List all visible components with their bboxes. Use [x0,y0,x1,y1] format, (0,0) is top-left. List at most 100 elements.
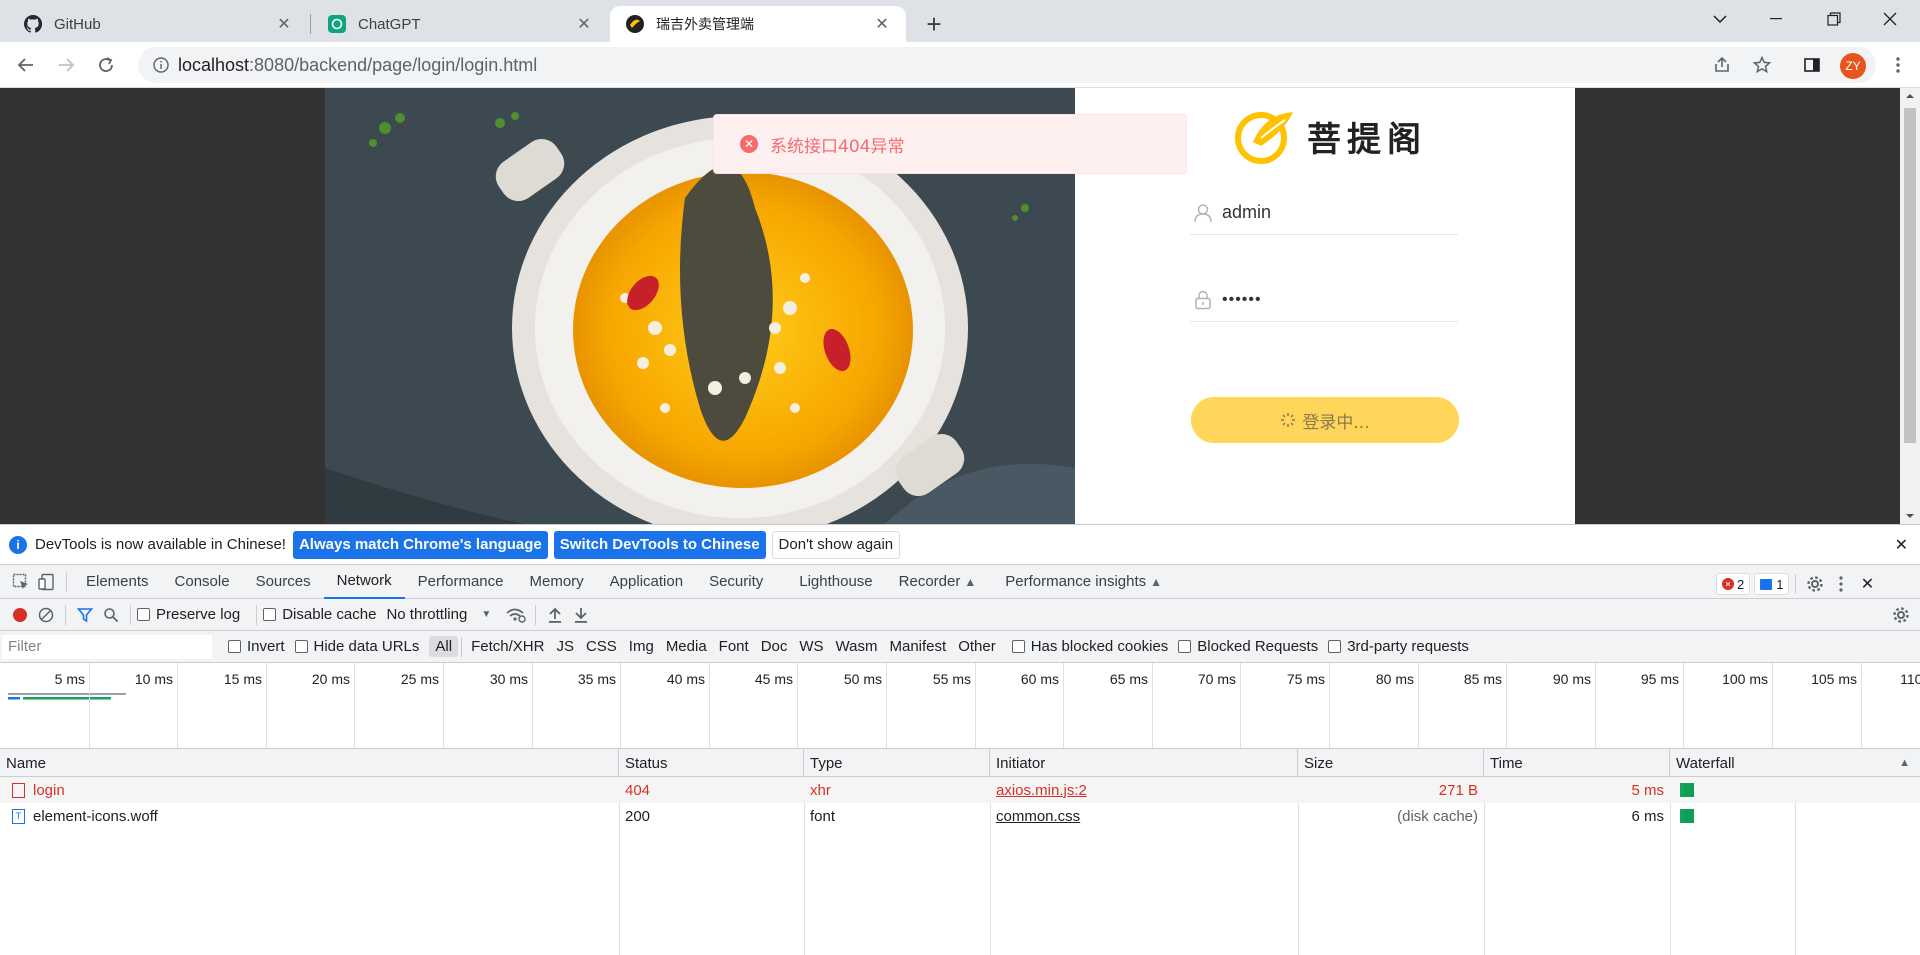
request-name: element-icons.woff [33,807,158,825]
tab-console[interactable]: Console [162,565,243,599]
table-row[interactable]: T element-icons.woff 200 font common.css… [0,803,1920,829]
record-button[interactable] [7,602,33,628]
password-input[interactable]: •••••• [1222,291,1262,309]
filter-icon[interactable] [72,602,98,628]
bookmark-star-icon[interactable] [1746,49,1778,81]
network-timeline-overview[interactable]: 5 ms 10 ms 15 ms 20 ms 25 ms 30 ms 35 ms 40 ms 4… [0,663,1920,749]
tab-elements[interactable]: Elements [73,565,162,599]
timeline-tick-label: 85 ms [1463,671,1502,687]
throttling-select[interactable]: No throttling ▼ [386,606,491,623]
address-bar[interactable]: localhost:8080/backend/page/login/login.… [138,47,1876,83]
tab-performance[interactable]: Performance [405,565,517,599]
more-options-icon[interactable] [1828,571,1854,597]
page-scrollbar[interactable] [1900,88,1920,524]
has-blocked-cookies-checkbox[interactable]: Has blocked cookies [1011,638,1168,655]
filter-input[interactable]: Filter [2,634,212,659]
preserve-log-checkbox[interactable]: Preserve log [137,606,240,623]
share-icon[interactable] [1706,49,1738,81]
timeline-gridline [1329,663,1330,748]
device-toolbar-icon[interactable] [34,569,60,595]
timeline-tick-label: 65 ms [1109,671,1148,687]
close-icon[interactable]: ✕ [872,14,892,34]
login-button[interactable]: 登录中... [1191,397,1459,443]
column-time[interactable]: Time [1484,749,1670,777]
password-field[interactable]: •••••• [1190,278,1458,322]
username-field[interactable] [1190,191,1458,235]
close-icon[interactable]: ✕ [1895,535,1908,555]
tab-chatgpt[interactable]: ChatGPT ✕ [312,6,608,42]
tab-app-admin[interactable]: 瑞吉外卖管理端 ✕ [610,6,906,42]
close-icon[interactable]: ✕ [574,14,594,34]
filter-type-doc[interactable]: Doc [755,636,794,657]
request-initiator-link[interactable]: axios.min.js:2 [990,777,1087,803]
import-har-icon[interactable] [542,602,568,628]
close-devtools-icon[interactable]: ✕ [1854,571,1880,597]
column-name[interactable]: Name [0,749,619,777]
column-status[interactable]: Status [619,749,804,777]
side-panel-icon[interactable] [1796,49,1828,81]
tab-github[interactable]: GitHub ✕ [8,6,308,42]
tab-recorder[interactable]: Recorder [886,565,965,599]
filter-type-ws[interactable]: WS [793,636,829,657]
tab-memory[interactable]: Memory [517,565,597,599]
timeline-tick-label: 80 ms [1375,671,1414,687]
column-type[interactable]: Type [804,749,990,777]
third-party-requests-checkbox[interactable]: 3rd-party requests [1328,638,1469,655]
tab-security[interactable]: Security [696,565,776,599]
filter-type-fetch-xhr[interactable]: Fetch/XHR [465,636,550,657]
filter-type-css[interactable]: CSS [580,636,623,657]
tab-lighthouse[interactable]: Lighthouse [786,565,885,599]
settings-gear-icon[interactable] [1802,571,1828,597]
scrollbar-thumb[interactable] [1904,108,1916,443]
match-language-button[interactable]: Always match Chrome's language [292,530,548,559]
filter-type-all[interactable]: All [429,636,459,657]
blocked-requests-checkbox[interactable]: Blocked Requests [1178,638,1318,655]
browser-toolbar: localhost:8080/backend/page/login/login.… [0,42,1920,88]
invert-checkbox[interactable]: Invert [228,638,285,655]
back-button[interactable] [10,49,42,81]
filter-type-media[interactable]: Media [660,636,713,657]
error-count-badge[interactable]: ✕ 2 [1716,573,1751,595]
dont-show-again-button[interactable]: Don't show again [771,530,901,559]
network-toolbar: Preserve log Disable cache No throttling… [0,599,1920,631]
network-conditions-icon[interactable] [503,602,529,628]
filter-type-other[interactable]: Other [952,636,1002,657]
close-window-button[interactable] [1866,0,1914,38]
search-icon[interactable] [98,602,124,628]
filter-type-img[interactable]: Img [623,636,660,657]
close-icon[interactable]: ✕ [274,14,294,34]
switch-to-chinese-button[interactable]: Switch DevTools to Chinese [553,530,766,559]
network-settings-gear-icon[interactable] [1888,602,1914,628]
filter-type-wasm[interactable]: Wasm [830,636,884,657]
app-logo-icon [626,15,644,33]
reload-button[interactable] [90,49,122,81]
filter-type-font[interactable]: Font [713,636,755,657]
filter-type-manifest[interactable]: Manifest [884,636,953,657]
site-info-icon[interactable] [144,57,178,73]
table-row[interactable]: login 404 xhr axios.min.js:2 271 B 5 ms [0,777,1920,803]
disable-cache-checkbox[interactable]: Disable cache [263,606,376,623]
export-har-icon[interactable] [568,602,594,628]
tab-search-chevron-icon[interactable] [1696,0,1744,38]
request-initiator-link[interactable]: common.css [990,803,1080,829]
new-tab-button[interactable]: + [920,9,948,39]
browser-menu-icon[interactable] [1882,49,1914,81]
clear-icon[interactable] [33,602,59,628]
hide-data-urls-checkbox[interactable]: Hide data URLs [294,638,419,655]
profile-avatar[interactable]: ZY [1840,53,1866,79]
column-size[interactable]: Size [1298,749,1484,777]
tab-network[interactable]: Network [323,565,405,599]
column-waterfall[interactable]: Waterfall ▲ [1670,749,1920,777]
username-input[interactable] [1222,202,1442,223]
forward-button[interactable] [50,49,82,81]
minimize-button[interactable] [1752,0,1800,38]
timeline-gridline [532,663,533,748]
message-count-badge[interactable]: 1 [1754,573,1790,595]
tab-application[interactable]: Application [597,565,696,599]
restore-button[interactable] [1810,0,1858,38]
tab-sources[interactable]: Sources [243,565,324,599]
filter-type-js[interactable]: JS [550,636,580,657]
inspect-element-icon[interactable] [8,569,34,595]
column-initiator[interactable]: Initiator [990,749,1298,777]
tab-performance-insights[interactable]: Performance insights [992,565,1150,599]
